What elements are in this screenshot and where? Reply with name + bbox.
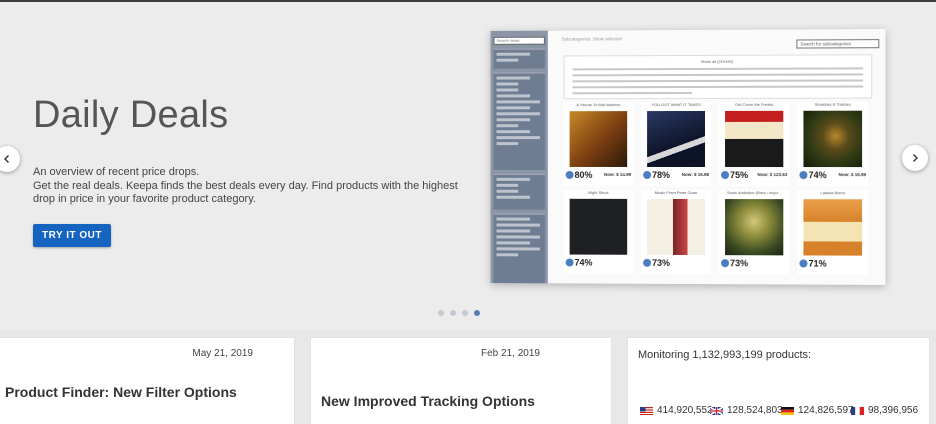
preview-header-text: Subcategories: Show selected [562, 36, 622, 41]
preview-filter-block [494, 214, 545, 284]
product-title: Smashes & Trashes [797, 102, 868, 110]
carousel-dot[interactable] [450, 310, 456, 316]
preview-main: Subcategories: Show selected Search for … [552, 29, 886, 285]
hero-description-line: Get the real deals. Keepa finds the best… [33, 180, 463, 207]
discount-percent: 73% [643, 258, 670, 268]
album-cover [803, 199, 862, 255]
try-it-out-button[interactable]: TRY IT OUT [33, 224, 111, 247]
uk-flag-icon [710, 407, 723, 415]
de-flag-icon [781, 407, 794, 415]
preview-product-card: YOU GOT WHAT IT TAKES 78% Now: $ 15.98 [641, 102, 711, 186]
stat-de: 124,826,597 [781, 405, 854, 416]
hero-description-line: An overview of recent price drops. [33, 166, 463, 180]
current-price: Now: $ 123.63 [757, 172, 787, 177]
product-title: Sonic Addiction (Rare / Impo... [719, 190, 789, 198]
us-flag-icon [640, 407, 653, 415]
stat-fr: 98,396,956 [851, 405, 918, 416]
album-cover [725, 199, 783, 255]
stat-uk: 128,524,803 [710, 405, 783, 416]
stat-value: 98,396,956 [868, 405, 918, 416]
chevron-right-icon [910, 153, 920, 163]
preview-categories: Show all (219160) [564, 54, 873, 99]
monitoring-title: Monitoring 1,132,993,199 products: [638, 349, 811, 361]
discount-percent: 74% [566, 258, 593, 268]
chevron-left-icon [2, 154, 12, 164]
discount-percent: 78% [643, 170, 670, 180]
preview-sidebar: Search deals [491, 31, 548, 284]
product-title: A Tribute To Mal Waldron [564, 102, 633, 110]
album-cover [725, 111, 783, 167]
stat-us: 414,920,552 [640, 405, 713, 416]
preview-product-card: Sonic Addiction (Rare / Impo... 73% [719, 190, 789, 274]
album-cover [647, 199, 705, 255]
preview-subcategory-search: Search for subcategories [796, 39, 879, 48]
carousel-indicators [438, 310, 480, 316]
hero-carousel: Daily Deals An overview of recent price … [0, 2, 936, 330]
news-card[interactable]: May 21, 2019 Product Finder: New Filter … [0, 338, 294, 424]
preview-search-input: Search deals [494, 37, 545, 45]
album-cover [570, 199, 628, 255]
discount-percent: 80% [566, 170, 593, 180]
album-cover [570, 111, 628, 167]
hero-description: An overview of recent price drops. Get t… [33, 166, 463, 207]
preview-categories-title: Show all (219160) [565, 58, 872, 64]
discount-percent: 75% [721, 170, 748, 180]
product-title: Latakia Blend [797, 190, 868, 198]
preview-filter-block [494, 72, 545, 169]
discount-percent: 74% [799, 170, 826, 180]
preview-product-card: A Tribute To Mal Waldron 80% Now: $ 14.9… [564, 102, 633, 186]
preview-product-card: Out Come the Freaks 75% Now: $ 123.63 [719, 102, 789, 186]
discount-percent: 71% [799, 258, 826, 268]
news-title[interactable]: New Improved Tracking Options [321, 393, 535, 409]
discount-percent: 73% [721, 258, 748, 268]
product-title: YOU GOT WHAT IT TAKES [641, 102, 711, 110]
product-title: Night Steps [564, 190, 633, 198]
preview-product-card: Music From Peter Gunn 73% [641, 190, 711, 274]
preview-product-card: Night Steps 74% [564, 190, 633, 274]
news-date: May 21, 2019 [192, 348, 253, 359]
preview-filter-block [494, 49, 545, 69]
preview-product-card: Latakia Blend 71% [797, 190, 868, 275]
current-price: Now: $ 19.99 [839, 172, 867, 177]
current-price: Now: $ 14.99 [604, 172, 631, 177]
news-date: Feb 21, 2019 [481, 348, 540, 359]
carousel-next-button[interactable] [902, 145, 928, 171]
news-card[interactable]: Feb 21, 2019 New Improved Tracking Optio… [311, 338, 611, 424]
album-cover [803, 111, 862, 167]
carousel-dot[interactable] [462, 310, 468, 316]
product-title: Out Come the Freaks [719, 102, 789, 110]
stat-value: 128,524,803 [727, 405, 783, 416]
current-price: Now: $ 15.98 [682, 172, 709, 177]
product-title: Music From Peter Gunn [641, 190, 711, 198]
preview-product-card: Smashes & Trashes 74% Now: $ 19.99 [797, 102, 868, 187]
album-cover [647, 111, 705, 167]
carousel-dot-active[interactable] [474, 310, 480, 316]
hero-title: Daily Deals [33, 94, 228, 137]
fr-flag-icon [851, 407, 864, 415]
preview-filter-block [494, 174, 545, 210]
deals-preview-image: Search deals Subcategories: Show selecte… [491, 29, 886, 285]
stat-value: 124,826,597 [798, 405, 854, 416]
monitoring-card: Monitoring 1,132,993,199 products: 414,9… [628, 338, 929, 424]
stat-value: 414,920,552 [657, 405, 713, 416]
news-title[interactable]: Product Finder: New Filter Options [5, 384, 237, 400]
preview-product-grid: A Tribute To Mal Waldron 80% Now: $ 14.9… [564, 102, 875, 103]
carousel-prev-button[interactable] [0, 146, 20, 172]
carousel-dot[interactable] [438, 310, 444, 316]
